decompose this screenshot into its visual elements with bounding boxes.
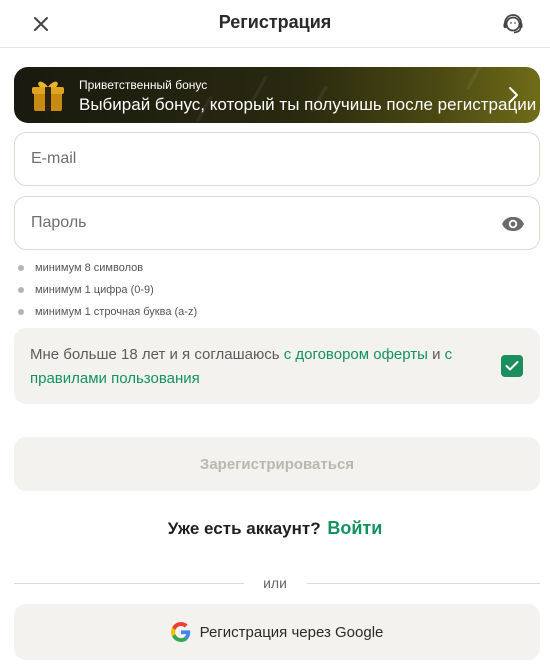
email-field-container — [14, 132, 540, 186]
support-button[interactable] — [497, 8, 529, 40]
bullet-icon — [18, 265, 24, 271]
bullet-icon — [18, 287, 24, 293]
google-signup-button[interactable]: Регистрация через Google — [14, 604, 540, 660]
divider-right — [307, 583, 540, 584]
password-rule: минимум 1 цифра (0-9) — [18, 281, 197, 303]
offer-agreement-link[interactable]: с договором оферты — [284, 346, 428, 363]
show-password-button[interactable] — [499, 210, 527, 238]
password-rule: минимум 8 символов — [18, 259, 197, 281]
password-rule: минимум 1 строчная буква (a-z) — [18, 303, 197, 325]
password-field[interactable] — [31, 197, 491, 249]
support-headset-icon — [503, 14, 523, 34]
email-field[interactable] — [31, 133, 491, 185]
terms-text: Мне больше 18 лет и я соглашаюсь с догов… — [30, 343, 486, 391]
login-prompt: Уже есть аккаунт? Войти — [0, 518, 550, 539]
password-rule-text: минимум 8 символов — [35, 262, 144, 274]
register-button[interactable]: Зарегистрироваться — [14, 437, 540, 491]
terms-text-intro: Мне больше 18 лет и я соглашаюсь — [30, 346, 284, 363]
welcome-bonus-banner[interactable]: / / / / Приветственный бонус Выбирай бон… — [14, 67, 540, 123]
bolt-decoration: / — [462, 67, 486, 97]
eye-icon — [502, 217, 524, 231]
google-signup-label: Регистрация через Google — [199, 623, 384, 641]
password-field-container — [14, 196, 540, 250]
page-title: Регистрация — [218, 12, 332, 32]
login-question: Уже есть аккаунт? — [167, 519, 321, 538]
bonus-caption: Приветственный бонус — [79, 78, 208, 92]
password-rule-text: минимум 1 строчная буква (a-z) — [35, 306, 198, 318]
chevron-right-icon — [509, 87, 518, 103]
password-requirements: минимум 8 символов минимум 1 цифра (0-9)… — [18, 259, 197, 325]
terms-text-and: и — [427, 346, 445, 363]
age-terms-checkbox[interactable] — [501, 355, 523, 377]
bonus-description: Выбирай бонус, который ты получишь после… — [79, 95, 537, 114]
google-icon — [170, 622, 190, 642]
password-rule-text: минимум 1 цифра (0-9) — [35, 284, 154, 296]
terms-agreement: Мне больше 18 лет и я соглашаюсь с догов… — [14, 328, 540, 404]
checkmark-icon — [505, 361, 519, 371]
gift-icon — [32, 81, 64, 111]
header: Регистрация — [0, 0, 550, 48]
login-link[interactable]: Войти — [327, 518, 382, 538]
bullet-icon — [18, 309, 24, 315]
